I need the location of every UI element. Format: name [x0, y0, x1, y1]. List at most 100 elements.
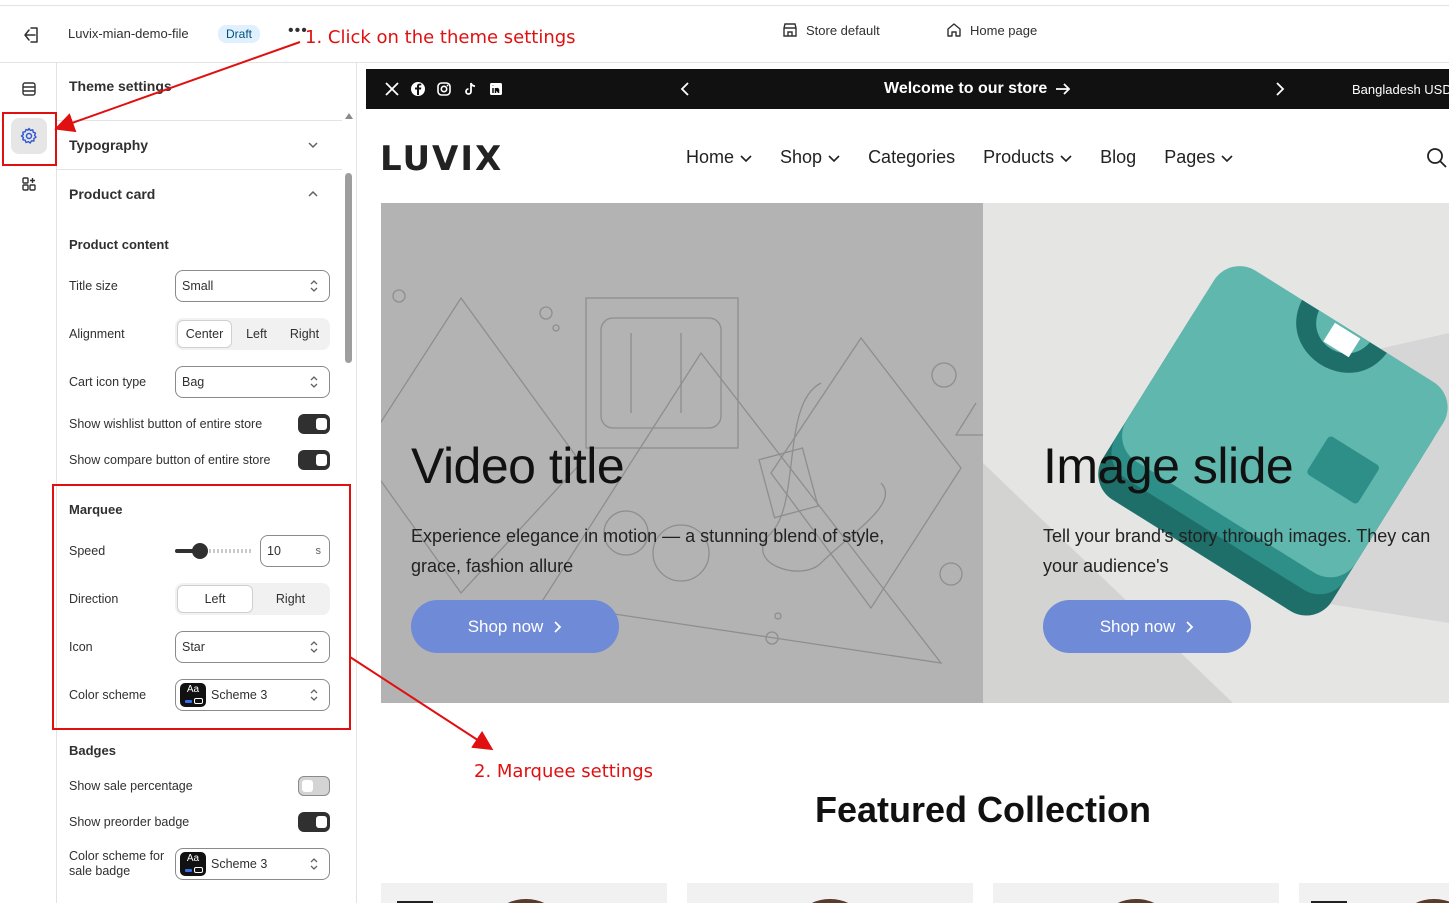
shop-now-button[interactable]: Shop now — [1043, 600, 1251, 653]
preorder-badge-toggle[interactable] — [298, 812, 330, 832]
compare-toggle[interactable] — [298, 450, 330, 470]
product-card[interactable] — [381, 883, 667, 903]
store-default-selector[interactable]: Store default — [782, 22, 880, 38]
product-card[interactable] — [687, 883, 973, 903]
sale-percentage-toggle[interactable] — [298, 776, 330, 796]
hero-description: Experience elegance in motion — a stunni… — [411, 521, 884, 581]
divider — [57, 120, 342, 121]
sale-percentage-label: Show sale percentage — [69, 779, 193, 793]
scheme-swatch-icon: Aa — [180, 852, 206, 876]
status-badge: Draft — [218, 25, 261, 43]
product-card[interactable] — [1299, 883, 1449, 903]
nav-item-shop[interactable]: Shop — [780, 147, 840, 168]
announcement-bar: Welcome to our store Bangladesh USD — [366, 69, 1449, 109]
nav-label: Categories — [868, 147, 956, 167]
announcement-message[interactable]: Welcome to our store — [884, 80, 1071, 98]
title-size-label: Title size — [69, 279, 118, 293]
alignment-option-left[interactable]: Left — [232, 320, 281, 348]
nav-item-home[interactable]: Home — [686, 147, 752, 168]
panel-title: Theme settings — [69, 78, 172, 94]
alignment-option-right[interactable]: Right — [281, 320, 328, 348]
chevron-left-icon[interactable] — [678, 81, 692, 97]
sale-badge-scheme-select[interactable]: Aa Scheme 3 — [175, 848, 330, 880]
wishlist-toggle-label: Show wishlist button of entire store — [69, 417, 263, 431]
hero-description: Tell your brand's story through images. … — [1043, 521, 1430, 581]
theme-settings-panel: Theme settings Typography Product card P… — [57, 63, 357, 903]
cart-icon-type-value: Bag — [182, 375, 205, 389]
product-content-heading: Product content — [69, 237, 169, 252]
shop-now-button[interactable]: Shop now — [411, 600, 619, 653]
x-icon[interactable] — [383, 80, 400, 97]
nav-item-products[interactable]: Products — [983, 147, 1072, 168]
exit-icon[interactable] — [20, 24, 42, 46]
annotation-highlight-theme-settings — [2, 112, 57, 166]
chevron-right-icon[interactable] — [1273, 81, 1287, 97]
linkedin-icon[interactable] — [487, 80, 504, 97]
editor-rail — [0, 63, 57, 903]
facebook-icon[interactable] — [409, 80, 426, 97]
apps-icon — [22, 177, 36, 191]
hero-description-line: grace, fashion allure — [411, 556, 574, 576]
chevron-right-icon — [1186, 620, 1194, 633]
chevron-down-icon[interactable] — [307, 139, 319, 151]
button-label: Shop now — [1099, 616, 1176, 636]
chevron-down-icon — [1060, 154, 1072, 162]
button-label: Shop now — [467, 616, 544, 636]
nav-item-categories[interactable]: Categories — [868, 147, 955, 168]
sale-badge-scheme-value: Scheme 3 — [211, 857, 268, 871]
chevron-up-icon[interactable] — [307, 188, 319, 200]
social-links — [383, 80, 504, 97]
chevron-down-icon — [828, 154, 840, 162]
store-logo[interactable]: LUVIX — [380, 139, 503, 179]
product-image — [1311, 899, 1449, 903]
editor-topbar: Luvix-mian-demo-file Draft ••• Store def… — [0, 5, 1449, 63]
sections-button[interactable] — [11, 71, 47, 107]
nav-item-blog[interactable]: Blog — [1100, 147, 1136, 168]
select-arrows-icon — [310, 376, 318, 388]
home-icon — [947, 23, 961, 37]
page-selector[interactable]: Home page — [946, 22, 1037, 38]
apps-button[interactable] — [11, 166, 47, 202]
product-card[interactable] — [993, 883, 1279, 903]
featured-collection-title: Featured Collection — [814, 789, 1152, 830]
nav-label: Blog — [1100, 147, 1137, 167]
hero-slide-video: Video title Experience elegance in motio… — [381, 203, 983, 703]
cart-icon-type-label: Cart icon type — [69, 375, 147, 389]
nav-label: Home — [686, 147, 735, 167]
nav-item-pages[interactable]: Pages — [1164, 147, 1233, 168]
title-size-value: Small — [182, 279, 214, 293]
annotation-step-1: 1. Click on the theme settings — [305, 27, 576, 48]
cart-icon-type-select[interactable]: Bag — [175, 366, 330, 398]
divider — [57, 169, 342, 170]
typography-section-header[interactable]: Typography — [69, 137, 148, 153]
tiktok-icon[interactable] — [461, 80, 478, 97]
arrow-right-icon — [1056, 83, 1071, 95]
preorder-badge-label: Show preorder badge — [69, 815, 190, 829]
title-size-select[interactable]: Small — [175, 270, 330, 302]
hero-description-line: your audience's — [1043, 556, 1169, 576]
instagram-icon[interactable] — [435, 80, 452, 97]
scrollbar-thumb[interactable] — [345, 173, 352, 363]
chevron-right-icon — [554, 620, 562, 633]
hero-description-line: Experience elegance in motion — a stunni… — [411, 526, 885, 546]
alignment-option-center[interactable]: Center — [177, 320, 232, 348]
main-navigation: Home Shop Categories Products Blog Pages — [686, 147, 1233, 168]
product-card-section-header[interactable]: Product card — [69, 186, 155, 202]
store-default-label: Store default — [806, 22, 880, 38]
locale-selector[interactable]: Bangladesh USD — [1352, 82, 1449, 97]
theme-file-name: Luvix-mian-demo-file — [68, 26, 189, 41]
announcement-text: Welcome to our store — [884, 80, 1048, 97]
hero-description-line: Tell your brand's story through images. … — [1043, 526, 1431, 546]
hero-title: Video title — [411, 438, 625, 494]
page-selector-label: Home page — [970, 22, 1038, 38]
alignment-label: Alignment — [69, 327, 125, 341]
select-arrows-icon — [310, 858, 318, 870]
product-image — [1117, 899, 1155, 903]
scroll-up-arrow[interactable] — [345, 113, 353, 119]
search-icon[interactable] — [1426, 147, 1448, 169]
product-image — [811, 899, 849, 903]
chevron-down-icon — [1221, 154, 1233, 162]
select-arrows-icon — [310, 280, 318, 292]
nav-label: Pages — [1164, 147, 1216, 167]
wishlist-toggle[interactable] — [298, 414, 330, 434]
